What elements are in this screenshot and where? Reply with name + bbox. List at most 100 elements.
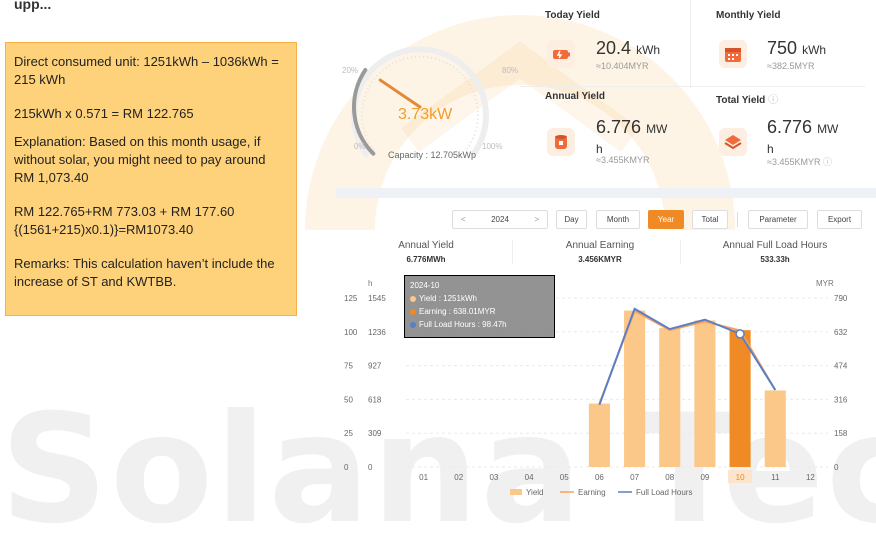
monthly-yield-unit: kWh bbox=[802, 43, 827, 57]
yield-bar bbox=[659, 328, 681, 467]
layers-icon bbox=[719, 128, 747, 156]
tab-total[interactable]: Total bbox=[692, 210, 728, 229]
legend-earning-label: Earning bbox=[578, 488, 606, 497]
note-line: 215kWh x 0.571 = RM 122.765 bbox=[14, 106, 194, 121]
yield-bar bbox=[729, 330, 751, 467]
tooltip-row: Earning : 638.01MYR bbox=[410, 305, 549, 318]
tooltip-row: Full Load Hours : 98.47h bbox=[410, 318, 549, 331]
myr-tick-label: 790 bbox=[834, 294, 848, 303]
h-tick-label: 125 bbox=[344, 294, 358, 303]
year-value: 2024 bbox=[491, 215, 509, 224]
x-tick-label: 12 bbox=[806, 473, 815, 482]
monthly-yield-money: ≈382.5MYR bbox=[767, 61, 815, 71]
note-line: Direct consumed unit: 1251kWh – 1036kWh … bbox=[14, 54, 279, 87]
annual-earning-label: Annual Earning bbox=[565, 240, 635, 251]
yield-bar bbox=[588, 403, 610, 467]
myr-tick-label: 474 bbox=[834, 362, 848, 371]
year-picker[interactable]: < 2024 > bbox=[452, 210, 548, 229]
info-icon[interactable]: ⓘ bbox=[768, 95, 778, 106]
tooltip-yield: Yield : 1251kWh bbox=[419, 294, 477, 303]
tooltip-flh: Full Load Hours : 98.47h bbox=[419, 320, 507, 329]
monthly-yield-title: Monthly Yield bbox=[716, 10, 781, 21]
total-yield-title-text: Total Yield bbox=[716, 95, 766, 106]
right-axis-unit: MYR bbox=[816, 279, 834, 288]
highlight-point bbox=[735, 329, 745, 339]
yield-bar bbox=[624, 310, 646, 467]
full-load-hours-label: Annual Full Load Hours bbox=[722, 240, 828, 251]
battery-icon bbox=[547, 40, 575, 68]
chart-tooltip: 2024-10 Yield : 1251kWh Earning : 638.01… bbox=[404, 275, 555, 338]
today-yield-number: 20.4 bbox=[596, 38, 632, 58]
left-axis-unit: h bbox=[368, 279, 372, 288]
annual-yield-value: 6.776 MW h bbox=[596, 118, 667, 158]
legend-flh-label: Full Load Hours bbox=[636, 488, 692, 497]
total-yield-money: ≈3.455KMYR ⓘ bbox=[767, 155, 832, 168]
yield-tick-label: 1236 bbox=[368, 328, 386, 337]
full-load-hours-stat: 533.33h bbox=[760, 255, 790, 264]
page-title: upp... bbox=[14, 0, 52, 12]
x-tick-label: 03 bbox=[489, 473, 498, 482]
annual-yield-unit: MW bbox=[646, 122, 668, 136]
next-year-button[interactable]: > bbox=[534, 215, 539, 224]
x-tick-label: 05 bbox=[560, 473, 569, 482]
calculation-note: Direct consumed unit: 1251kWh – 1036kWh … bbox=[5, 42, 297, 316]
today-yield-money: ≈10.404MYR bbox=[596, 61, 649, 71]
gauge-capacity: Capacity : 12.705kWp bbox=[388, 150, 477, 160]
parameter-button[interactable]: Parameter bbox=[748, 210, 808, 229]
legend-yield-label: Yield bbox=[526, 488, 544, 497]
total-yield-unit: MW bbox=[817, 122, 839, 136]
x-tick-label: 10 bbox=[736, 473, 745, 482]
today-yield-title: Today Yield bbox=[545, 10, 600, 21]
h-tick-label: 75 bbox=[344, 362, 353, 371]
myr-tick-label: 632 bbox=[834, 328, 848, 337]
today-yield-unit: kWh bbox=[636, 43, 661, 57]
myr-tick-label: 0 bbox=[834, 463, 839, 472]
yield-tick-label: 309 bbox=[368, 429, 382, 438]
prev-year-button[interactable]: < bbox=[461, 215, 466, 224]
monthly-yield-number: 750 bbox=[767, 38, 798, 58]
annual-yield-unit-h: h bbox=[596, 142, 603, 156]
gauge-dial bbox=[351, 46, 489, 158]
yield-tick-label: 927 bbox=[368, 362, 382, 371]
power-gauge: 20% 80% 0% 100% 3.73kW Capacity : 12.705… bbox=[330, 0, 518, 190]
x-tick-label: 09 bbox=[700, 473, 709, 482]
annual-yield-stat: 6.776MWh bbox=[406, 255, 446, 264]
h-tick-label: 100 bbox=[344, 328, 358, 337]
tab-day[interactable]: Day bbox=[556, 210, 587, 229]
h-tick-label: 25 bbox=[344, 429, 353, 438]
annual-yield-title: Annual Yield bbox=[545, 91, 606, 102]
gauge-power-value: 3.73kW bbox=[398, 106, 453, 123]
total-yield-value: 6.776 MW h bbox=[767, 118, 838, 158]
gauge-tick-label: 80% bbox=[502, 66, 519, 75]
legend-yield-swatch bbox=[510, 489, 522, 495]
yield-tick-label: 0 bbox=[368, 463, 373, 472]
total-yield-title: Total Yield ⓘ bbox=[716, 91, 778, 106]
tab-month[interactable]: Month bbox=[596, 210, 640, 229]
annual-yield-number: 6.776 bbox=[596, 117, 642, 137]
tooltip-row: Yield : 1251kWh bbox=[410, 292, 549, 305]
x-tick-label: 08 bbox=[665, 473, 674, 482]
gauge-tick-label: 0% bbox=[354, 142, 366, 151]
x-tick-label: 02 bbox=[454, 473, 463, 482]
myr-tick-label: 316 bbox=[834, 395, 848, 404]
note-line: Remarks: This calculation haven’t includ… bbox=[14, 256, 275, 289]
x-tick-label: 06 bbox=[595, 473, 604, 482]
gauge-tick-label: 20% bbox=[342, 66, 359, 75]
total-yield-money-text: ≈3.455KMYR bbox=[767, 157, 821, 167]
export-button[interactable]: Export bbox=[817, 210, 862, 229]
note-line: RM 122.765+RM 773.03 + RM 177.60 {(1561+… bbox=[14, 204, 235, 237]
cylinder-icon bbox=[547, 128, 575, 156]
info-icon[interactable]: ⓘ bbox=[823, 157, 832, 167]
yield-tick-label: 1545 bbox=[368, 294, 386, 303]
today-yield-value: 20.4 kWh bbox=[596, 38, 660, 59]
tab-year[interactable]: Year bbox=[648, 210, 684, 229]
x-tick-label: 04 bbox=[525, 473, 534, 482]
annual-yield-label: Annual Yield bbox=[398, 240, 454, 251]
monthly-yield-value: 750 kWh bbox=[767, 38, 826, 59]
section-separator bbox=[336, 188, 876, 198]
yield-bar bbox=[764, 390, 786, 467]
x-tick-label: 01 bbox=[419, 473, 428, 482]
h-tick-label: 0 bbox=[344, 463, 349, 472]
gauge-tick-label: 100% bbox=[482, 142, 503, 151]
x-tick-label: 11 bbox=[771, 473, 780, 482]
